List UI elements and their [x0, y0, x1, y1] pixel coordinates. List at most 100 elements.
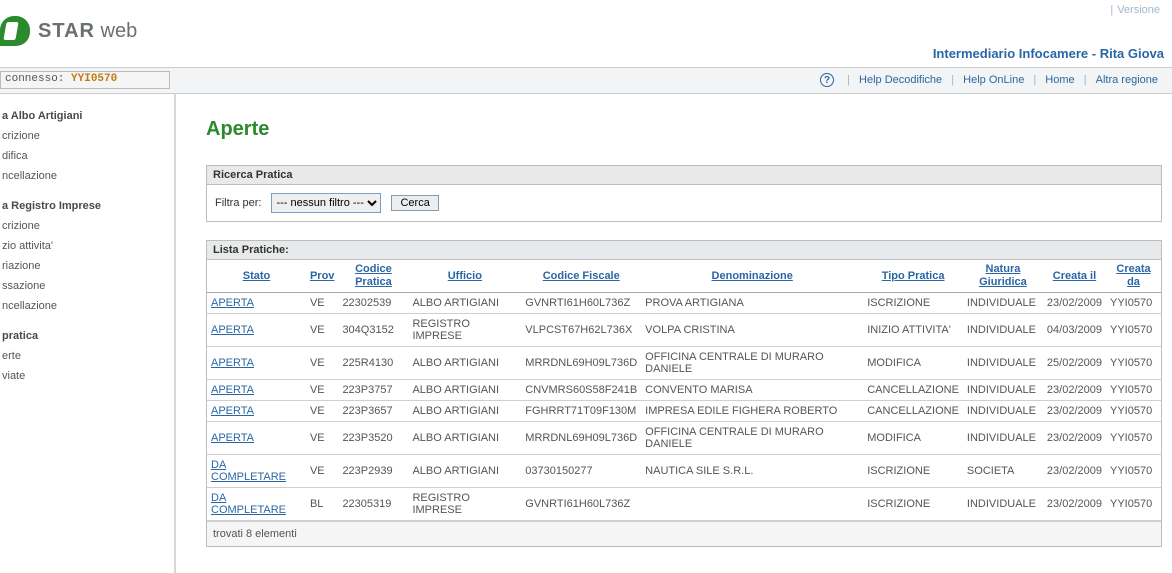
cell-tipo: CANCELLAZIONE [863, 401, 963, 422]
link-altra-regione[interactable]: Altra regione [1096, 74, 1158, 86]
cell-ufficio: ALBO ARTIGIANI [408, 347, 521, 380]
cell-prov: VE [306, 422, 338, 455]
table-row: APERTAVE223P3520ALBO ARTIGIANIMRRDNL69H0… [207, 422, 1161, 455]
cell-cf: FGHRRT71T09F130M [521, 401, 641, 422]
stato-link[interactable]: APERTA [211, 384, 254, 396]
col-creata-da[interactable]: Creata da [1106, 260, 1161, 293]
stato-link[interactable]: APERTA [211, 324, 254, 336]
sidebar-item[interactable]: zio attivita' [0, 236, 174, 256]
cell-denom: IMPRESA EDILE FIGHERA ROBERTO [641, 401, 863, 422]
cell-denom: NAUTICA SILE S.R.L. [641, 455, 863, 488]
col-tipo-pratica[interactable]: Tipo Pratica [863, 260, 963, 293]
main-content: Aperte Ricerca Pratica Filtra per: --- n… [176, 94, 1172, 573]
cell-creata-il: 23/02/2009 [1043, 455, 1106, 488]
app-banner: |Versione STAR web Intermediario Infocam… [0, 0, 1172, 68]
cell-natura: INDIVIDUALE [963, 380, 1043, 401]
cell-natura: INDIVIDUALE [963, 293, 1043, 314]
stato-link[interactable]: APERTA [211, 405, 254, 417]
cell-creata-il: 23/02/2009 [1043, 401, 1106, 422]
table-row: APERTAVE304Q3152REGISTRO IMPRESEVLPCST67… [207, 314, 1161, 347]
cell-creata-il: 04/03/2009 [1043, 314, 1106, 347]
cell-denom: OFFICINA CENTRALE DI MURARO DANIELE [641, 422, 863, 455]
cell-codice: 223P3520 [338, 422, 408, 455]
sidebar-group-pratica: pratica [0, 324, 174, 346]
cell-cf: GVNRTI61H60L736Z [521, 293, 641, 314]
cell-codice: 223P2939 [338, 455, 408, 488]
table-footer: trovati 8 elementi [207, 521, 1161, 546]
cell-tipo: ISCRIZIONE [863, 488, 963, 521]
table-row: APERTAVE223P3757ALBO ARTIGIANICNVMRS60S5… [207, 380, 1161, 401]
list-panel: Lista Pratiche: Stato Prov Codice Pratic… [206, 240, 1162, 547]
stato-link[interactable]: DA COMPLETARE [211, 459, 286, 483]
cell-creata-il: 23/02/2009 [1043, 422, 1106, 455]
sidebar-item[interactable]: ncellazione [0, 296, 174, 316]
stato-link[interactable]: APERTA [211, 297, 254, 309]
cell-creata-il: 23/02/2009 [1043, 488, 1106, 521]
link-help-decodifiche[interactable]: Help Decodifiche [859, 74, 942, 86]
sidebar-item[interactable]: crizione [0, 126, 174, 146]
cell-ufficio: ALBO ARTIGIANI [408, 293, 521, 314]
col-codice-fiscale[interactable]: Codice Fiscale [521, 260, 641, 293]
cell-ufficio: ALBO ARTIGIANI [408, 455, 521, 488]
sidebar-item[interactable]: ncellazione [0, 166, 174, 186]
cell-cf: MRRDNL69H09L736D [521, 422, 641, 455]
help-icon[interactable]: ? [820, 73, 834, 87]
intermediary-label: Intermediario Infocamere - Rita Giova [933, 46, 1164, 61]
col-ufficio[interactable]: Ufficio [408, 260, 521, 293]
sidebar-item[interactable]: ssazione [0, 276, 174, 296]
pratiche-table: Stato Prov Codice Pratica Ufficio Codice… [207, 260, 1161, 521]
col-creata-il[interactable]: Creata il [1043, 260, 1106, 293]
cell-cf: GVNRTI61H60L736Z [521, 488, 641, 521]
cell-creata-da: YYI0570 [1106, 347, 1161, 380]
cell-prov: VE [306, 455, 338, 488]
cell-ufficio: REGISTRO IMPRESE [408, 314, 521, 347]
col-stato[interactable]: Stato [207, 260, 306, 293]
cell-cf: CNVMRS60S58F241B [521, 380, 641, 401]
col-denominazione[interactable]: Denominazione [641, 260, 863, 293]
sidebar-group-albo: a Albo Artigiani [0, 104, 174, 126]
cell-natura: INDIVIDUALE [963, 422, 1043, 455]
cell-denom [641, 488, 863, 521]
stato-link[interactable]: APERTA [211, 432, 254, 444]
table-row: APERTAVE225R4130ALBO ARTIGIANIMRRDNL69H0… [207, 347, 1161, 380]
cell-prov: VE [306, 293, 338, 314]
stato-link[interactable]: DA COMPLETARE [211, 492, 286, 516]
cell-tipo: INIZIO ATTIVITA' [863, 314, 963, 347]
sidebar-item[interactable]: viate [0, 366, 174, 386]
sidebar-item[interactable]: crizione [0, 216, 174, 236]
top-links: ? | Help Decodifiche | Help OnLine | Hom… [820, 73, 1164, 87]
cell-ufficio: ALBO ARTIGIANI [408, 401, 521, 422]
sidebar-item[interactable]: erte [0, 346, 174, 366]
stato-link[interactable]: APERTA [211, 357, 254, 369]
cell-cf: MRRDNL69H09L736D [521, 347, 641, 380]
cell-codice: 22305319 [338, 488, 408, 521]
cell-codice: 22302539 [338, 293, 408, 314]
cell-tipo: ISCRIZIONE [863, 293, 963, 314]
cell-codice: 304Q3152 [338, 314, 408, 347]
cell-natura: INDIVIDUALE [963, 488, 1043, 521]
sidebar-item[interactable]: riazione [0, 256, 174, 276]
cell-codice: 225R4130 [338, 347, 408, 380]
cell-creata-da: YYI0570 [1106, 380, 1161, 401]
link-help-online[interactable]: Help OnLine [963, 74, 1024, 86]
nav-row: connesso: YYI0570 ? | Help Decodifiche |… [0, 68, 1172, 94]
cell-creata-il: 23/02/2009 [1043, 293, 1106, 314]
filter-label: Filtra per: [215, 197, 261, 209]
col-natura-giuridica[interactable]: Natura Giuridica [963, 260, 1043, 293]
col-prov[interactable]: Prov [306, 260, 338, 293]
cell-ufficio: ALBO ARTIGIANI [408, 380, 521, 401]
filter-select[interactable]: --- nessun filtro --- [271, 193, 381, 213]
cell-prov: BL [306, 488, 338, 521]
cell-natura: INDIVIDUALE [963, 401, 1043, 422]
cell-prov: VE [306, 314, 338, 347]
link-home[interactable]: Home [1045, 74, 1074, 86]
sidebar-item[interactable]: difica [0, 146, 174, 166]
version-label[interactable]: |Versione [1110, 4, 1164, 16]
search-button[interactable]: Cerca [391, 195, 438, 211]
col-codice-pratica[interactable]: Codice Pratica [338, 260, 408, 293]
cell-tipo: ISCRIZIONE [863, 455, 963, 488]
cell-creata-da: YYI0570 [1106, 488, 1161, 521]
cell-prov: VE [306, 401, 338, 422]
cell-codice: 223P3657 [338, 401, 408, 422]
cell-cf: 03730150277 [521, 455, 641, 488]
